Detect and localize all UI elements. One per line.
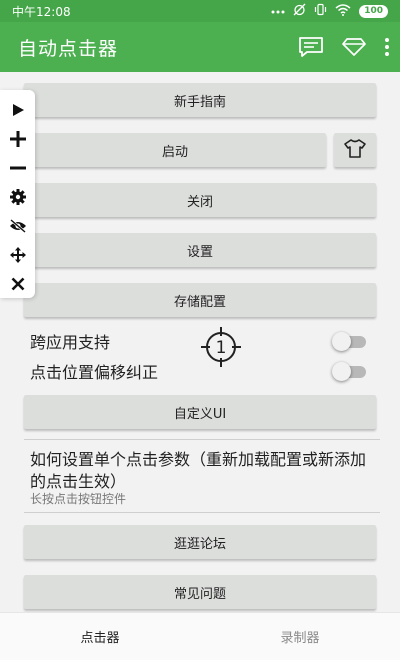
status-bar: 中午12:08 100 [0,0,400,22]
message-icon[interactable] [298,36,324,58]
cross-app-row: 跨应用支持 [30,327,366,355]
guide-button[interactable]: 新手指南 [24,83,376,117]
info-subtitle: 长按点击按钮控件 [30,492,127,506]
faq-button[interactable]: 常见问题 [24,575,376,609]
diamond-icon[interactable] [342,37,366,57]
status-icons: 100 [271,3,388,19]
app-actions [298,36,390,58]
tab-clicker[interactable]: 点击器 [0,613,200,660]
offset-fix-label: 点击位置偏移纠正 [30,363,159,382]
save-config-button[interactable]: 存储配置 [24,283,376,317]
main-content: 新手指南 启动 关闭 设置 存储配置 跨应用支持 1 点击位置偏移纠正 自定义U… [0,72,400,612]
tshirt-icon [343,138,367,162]
minus-icon[interactable] [0,153,35,182]
app-title: 自动点击器 [18,37,119,60]
settings-button[interactable]: 设置 [24,233,376,267]
custom-ui-button[interactable]: 自定义UI [24,395,376,429]
vibrate-icon [314,3,327,19]
offset-fix-switch[interactable] [332,362,366,381]
close-button[interactable]: 关闭 [24,183,376,217]
bottom-tab-bar: 点击器 录制器 [0,612,400,660]
play-icon[interactable] [0,95,35,124]
start-button[interactable]: 启动 [24,133,326,167]
divider-top [24,439,380,440]
status-time: 中午12:08 [12,4,71,19]
floating-toolbar [0,90,35,298]
battery-icon: 100 [359,4,388,18]
tab-recorder[interactable]: 录制器 [200,613,400,660]
cross-app-switch[interactable] [332,332,366,351]
info-title: 如何设置单个点击参数（重新加载配置或新添加的点击生效） [30,450,367,491]
app-bar: 自动点击器 [0,22,400,72]
wifi-icon [335,3,351,19]
close-icon[interactable] [0,269,35,298]
gear-icon[interactable] [0,182,35,211]
more-vert-icon[interactable] [384,37,390,57]
forum-button[interactable]: 逛逛论坛 [24,525,376,559]
theme-button[interactable] [334,133,376,167]
alarm-off-icon [293,3,306,19]
offset-fix-row: 点击位置偏移纠正 [30,357,366,385]
dots-icon [271,4,285,18]
divider-bottom [24,512,380,513]
eye-off-icon[interactable] [0,211,35,240]
cross-app-label: 跨应用支持 [30,333,111,352]
move-icon[interactable] [0,240,35,269]
plus-icon[interactable] [0,124,35,153]
crosshair-number: 1 [216,338,227,358]
